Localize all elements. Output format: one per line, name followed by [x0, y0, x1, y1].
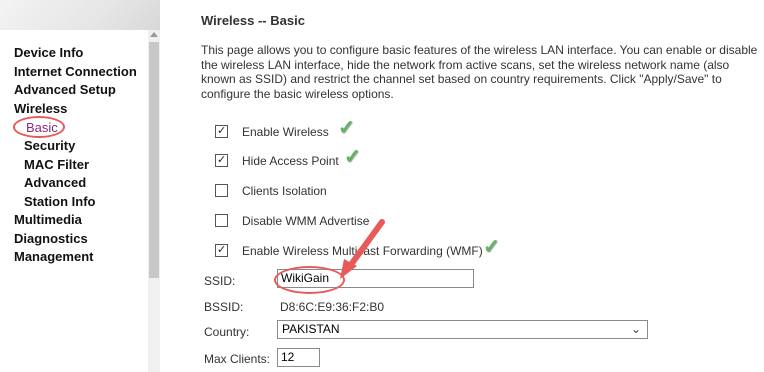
green-check-icon: ✓ [344, 146, 361, 168]
basic-annotation-circle [13, 116, 65, 138]
sidebar-header-decoration [0, 0, 160, 30]
main-content: Wireless -- Basic This page allows you t… [160, 0, 764, 372]
disable-wmm-advertise-checkbox[interactable] [215, 214, 228, 227]
hide-access-point-label: Hide Access Point [242, 154, 339, 168]
check-mark-icon: ✓ [217, 154, 227, 166]
scrollbar-thumb[interactable] [149, 42, 159, 278]
green-check-icon: ✓ [483, 236, 500, 258]
clients-isolation-label: Clients Isolation [242, 184, 327, 198]
nav-device-info[interactable]: Device Info [14, 45, 83, 60]
nav-multimedia[interactable]: Multimedia [14, 212, 82, 227]
nav-diagnostics[interactable]: Diagnostics [14, 231, 88, 246]
enable-wireless-checkbox[interactable]: ✓ [215, 125, 228, 138]
max-clients-input[interactable] [277, 348, 320, 367]
enable-wmf-label: Enable Wireless Multicast Forwarding (WM… [242, 244, 483, 258]
bssid-value: D8:6C:E9:36:F2:B0 [280, 300, 385, 314]
country-label: Country: [204, 325, 250, 339]
country-select[interactable]: PAKISTAN ⌄ [277, 320, 648, 339]
max-clients-label: Max Clients: [204, 352, 271, 366]
disable-wmm-advertise-label: Disable WMM Advertise [242, 214, 370, 228]
nav-wireless-security[interactable]: Security [24, 138, 75, 153]
nav-advanced-setup[interactable]: Advanced Setup [14, 82, 116, 97]
country-selected-value: PAKISTAN [282, 322, 340, 336]
clients-isolation-checkbox[interactable] [215, 184, 228, 197]
check-mark-icon: ✓ [217, 125, 227, 137]
nav-management[interactable]: Management [14, 249, 93, 264]
nav-wireless-advanced[interactable]: Advanced [24, 175, 86, 190]
check-mark-icon: ✓ [217, 244, 227, 256]
ssid-label: SSID: [204, 274, 236, 288]
page-title: Wireless -- Basic [201, 13, 305, 28]
nav-wireless[interactable]: Wireless [14, 101, 67, 116]
enable-wireless-label: Enable Wireless [242, 125, 329, 139]
chevron-down-icon: ⌄ [630, 322, 641, 336]
nav-wireless-station-info[interactable]: Station Info [24, 194, 96, 209]
green-check-icon: ✓ [338, 117, 355, 139]
ssid-annotation-circle [274, 266, 345, 294]
nav-internet-connection[interactable]: Internet Connection [14, 64, 137, 79]
nav-wireless-mac-filter[interactable]: MAC Filter [24, 157, 89, 172]
enable-wmf-checkbox[interactable]: ✓ [215, 244, 228, 257]
bssid-label: BSSID: [204, 300, 244, 314]
sidebar: Device Info Internet Connection Advanced… [0, 30, 148, 372]
scroll-up-arrow-icon[interactable] [150, 32, 158, 37]
hide-access-point-checkbox[interactable]: ✓ [215, 154, 228, 167]
sidebar-scrollbar[interactable] [148, 30, 160, 372]
page-description: This page allows you to configure basic … [201, 43, 758, 101]
